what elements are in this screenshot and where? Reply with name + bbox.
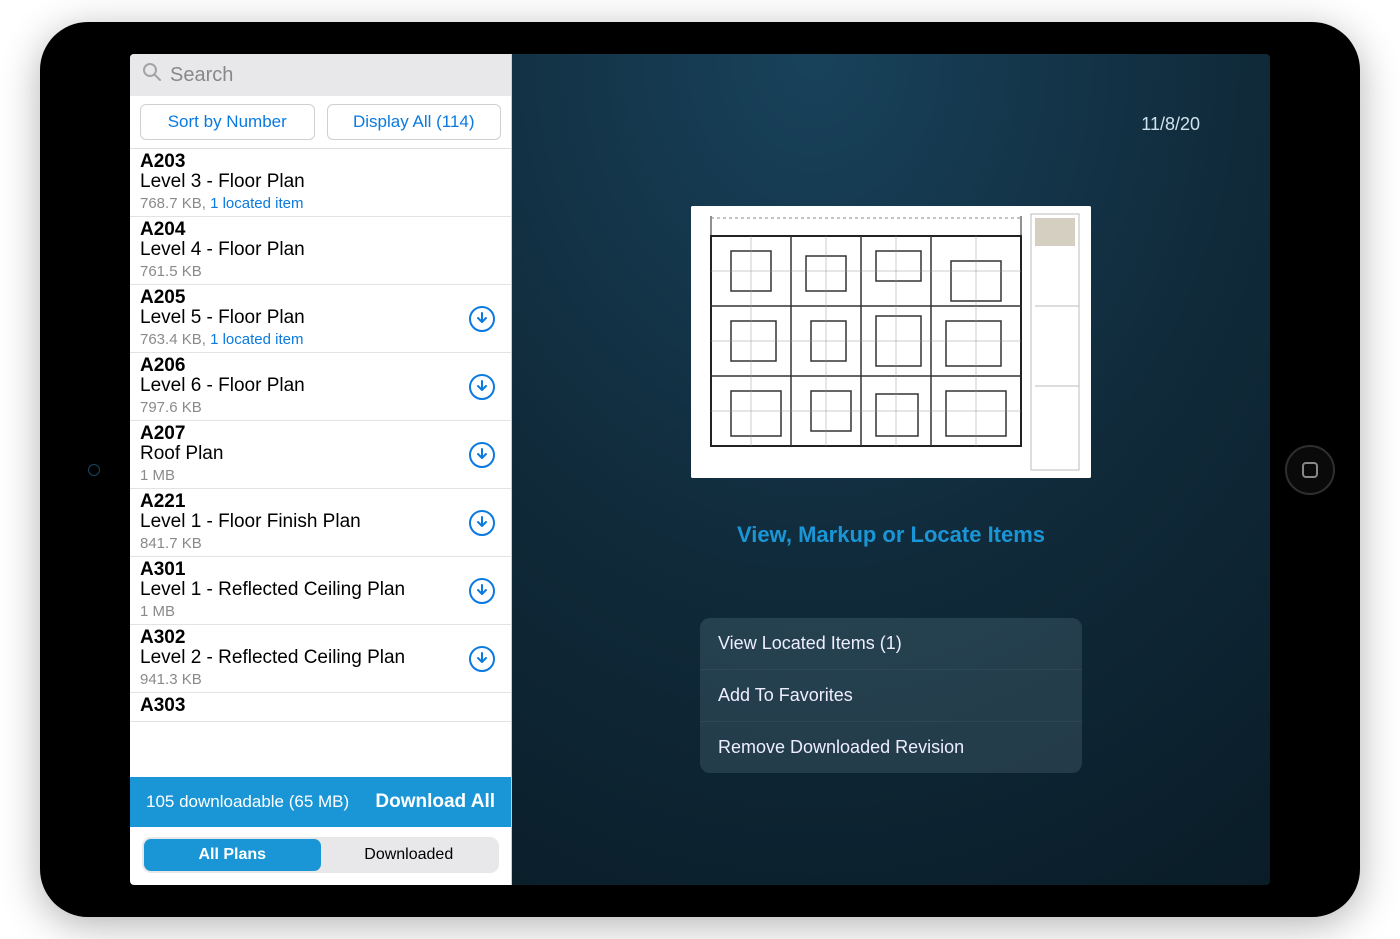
plan-number: A205	[140, 287, 501, 309]
plan-title: Level 1 - Floor Finish Plan	[140, 511, 501, 533]
plan-item[interactable]: A203Level 3 - Floor Plan 768.7 KB, 1 loca…	[130, 149, 511, 217]
search-input[interactable]	[170, 64, 499, 87]
search-bar[interactable]	[130, 54, 511, 96]
download-icon[interactable]	[469, 646, 495, 672]
download-icon[interactable]	[469, 374, 495, 400]
located-items-link[interactable]: 1 located item	[210, 331, 303, 348]
plan-item[interactable]: A206Level 6 - Floor Plan 797.6 KB	[130, 353, 511, 421]
display-button[interactable]: Display All (114)	[327, 104, 502, 140]
view-markup-link[interactable]: View, Markup or Locate Items	[737, 522, 1045, 548]
plan-meta: 941.3 KB	[140, 671, 501, 688]
plan-item[interactable]: A204Level 4 - Floor Plan 761.5 KB	[130, 217, 511, 285]
plan-meta: 1 MB	[140, 603, 501, 620]
plan-meta: 841.7 KB	[140, 535, 501, 552]
search-icon	[142, 62, 162, 88]
plan-title: Level 1 - Reflected Ceiling Plan	[140, 579, 501, 601]
sidebar: Sort by Number Display All (114) A203Lev…	[130, 54, 512, 885]
plan-number: A204	[140, 219, 501, 241]
plan-title: Level 6 - Floor Plan	[140, 375, 501, 397]
plan-preview[interactable]	[691, 206, 1091, 478]
plan-meta: 763.4 KB, 1 located item	[140, 331, 501, 348]
tab-downloaded[interactable]: Downloaded	[321, 839, 498, 871]
plan-item[interactable]: A207Roof Plan 1 MB	[130, 421, 511, 489]
plan-meta: 797.6 KB	[140, 399, 501, 416]
tab-segment: All Plans Downloaded	[142, 837, 499, 873]
plan-title: Roof Plan	[140, 443, 501, 465]
plan-item[interactable]: A303	[130, 693, 511, 722]
plan-meta: 761.5 KB	[140, 263, 501, 280]
home-button[interactable]	[1285, 445, 1335, 495]
tab-all-plans[interactable]: All Plans	[144, 839, 321, 871]
detail-pane: 11/8/20	[512, 54, 1270, 885]
plan-item[interactable]: A205Level 5 - Floor Plan 763.4 KB, 1 loca…	[130, 285, 511, 353]
plan-item[interactable]: A302Level 2 - Reflected Ceiling Plan 941.…	[130, 625, 511, 693]
plan-item[interactable]: A301Level 1 - Reflected Ceiling Plan 1 MB	[130, 557, 511, 625]
plan-list[interactable]: A203Level 3 - Floor Plan 768.7 KB, 1 loca…	[130, 149, 511, 777]
plan-title: Level 3 - Floor Plan	[140, 171, 501, 193]
action-view-located[interactable]: View Located Items (1)	[700, 618, 1082, 669]
plan-number: A221	[140, 491, 501, 513]
plan-number: A303	[140, 695, 501, 717]
plan-number: A207	[140, 423, 501, 445]
plan-title: Level 5 - Floor Plan	[140, 307, 501, 329]
plan-meta: 768.7 KB, 1 located item	[140, 195, 501, 212]
download-icon[interactable]	[469, 578, 495, 604]
plan-number: A203	[140, 151, 501, 173]
sort-button[interactable]: Sort by Number	[140, 104, 315, 140]
action-add-favorites[interactable]: Add To Favorites	[700, 669, 1082, 721]
revision-date: 11/8/20	[1141, 114, 1200, 135]
plan-item[interactable]: A221Level 1 - Floor Finish Plan 841.7 KB	[130, 489, 511, 557]
plan-title: Level 2 - Reflected Ceiling Plan	[140, 647, 501, 669]
download-all-button[interactable]: Download All	[375, 791, 495, 813]
download-status: 105 downloadable (65 MB)	[146, 792, 349, 812]
download-icon[interactable]	[469, 442, 495, 468]
filter-row: Sort by Number Display All (114)	[130, 96, 511, 149]
plan-meta: 1 MB	[140, 467, 501, 484]
plan-title: Level 4 - Floor Plan	[140, 239, 501, 261]
plan-number: A301	[140, 559, 501, 581]
action-remove-download[interactable]: Remove Downloaded Revision	[700, 721, 1082, 773]
plan-number: A206	[140, 355, 501, 377]
plan-number: A302	[140, 627, 501, 649]
download-icon[interactable]	[469, 510, 495, 536]
download-icon[interactable]	[469, 306, 495, 332]
located-items-link[interactable]: 1 located item	[210, 195, 303, 212]
download-bar: 105 downloadable (65 MB) Download All	[130, 777, 511, 827]
action-list: View Located Items (1) Add To Favorites …	[700, 618, 1082, 773]
